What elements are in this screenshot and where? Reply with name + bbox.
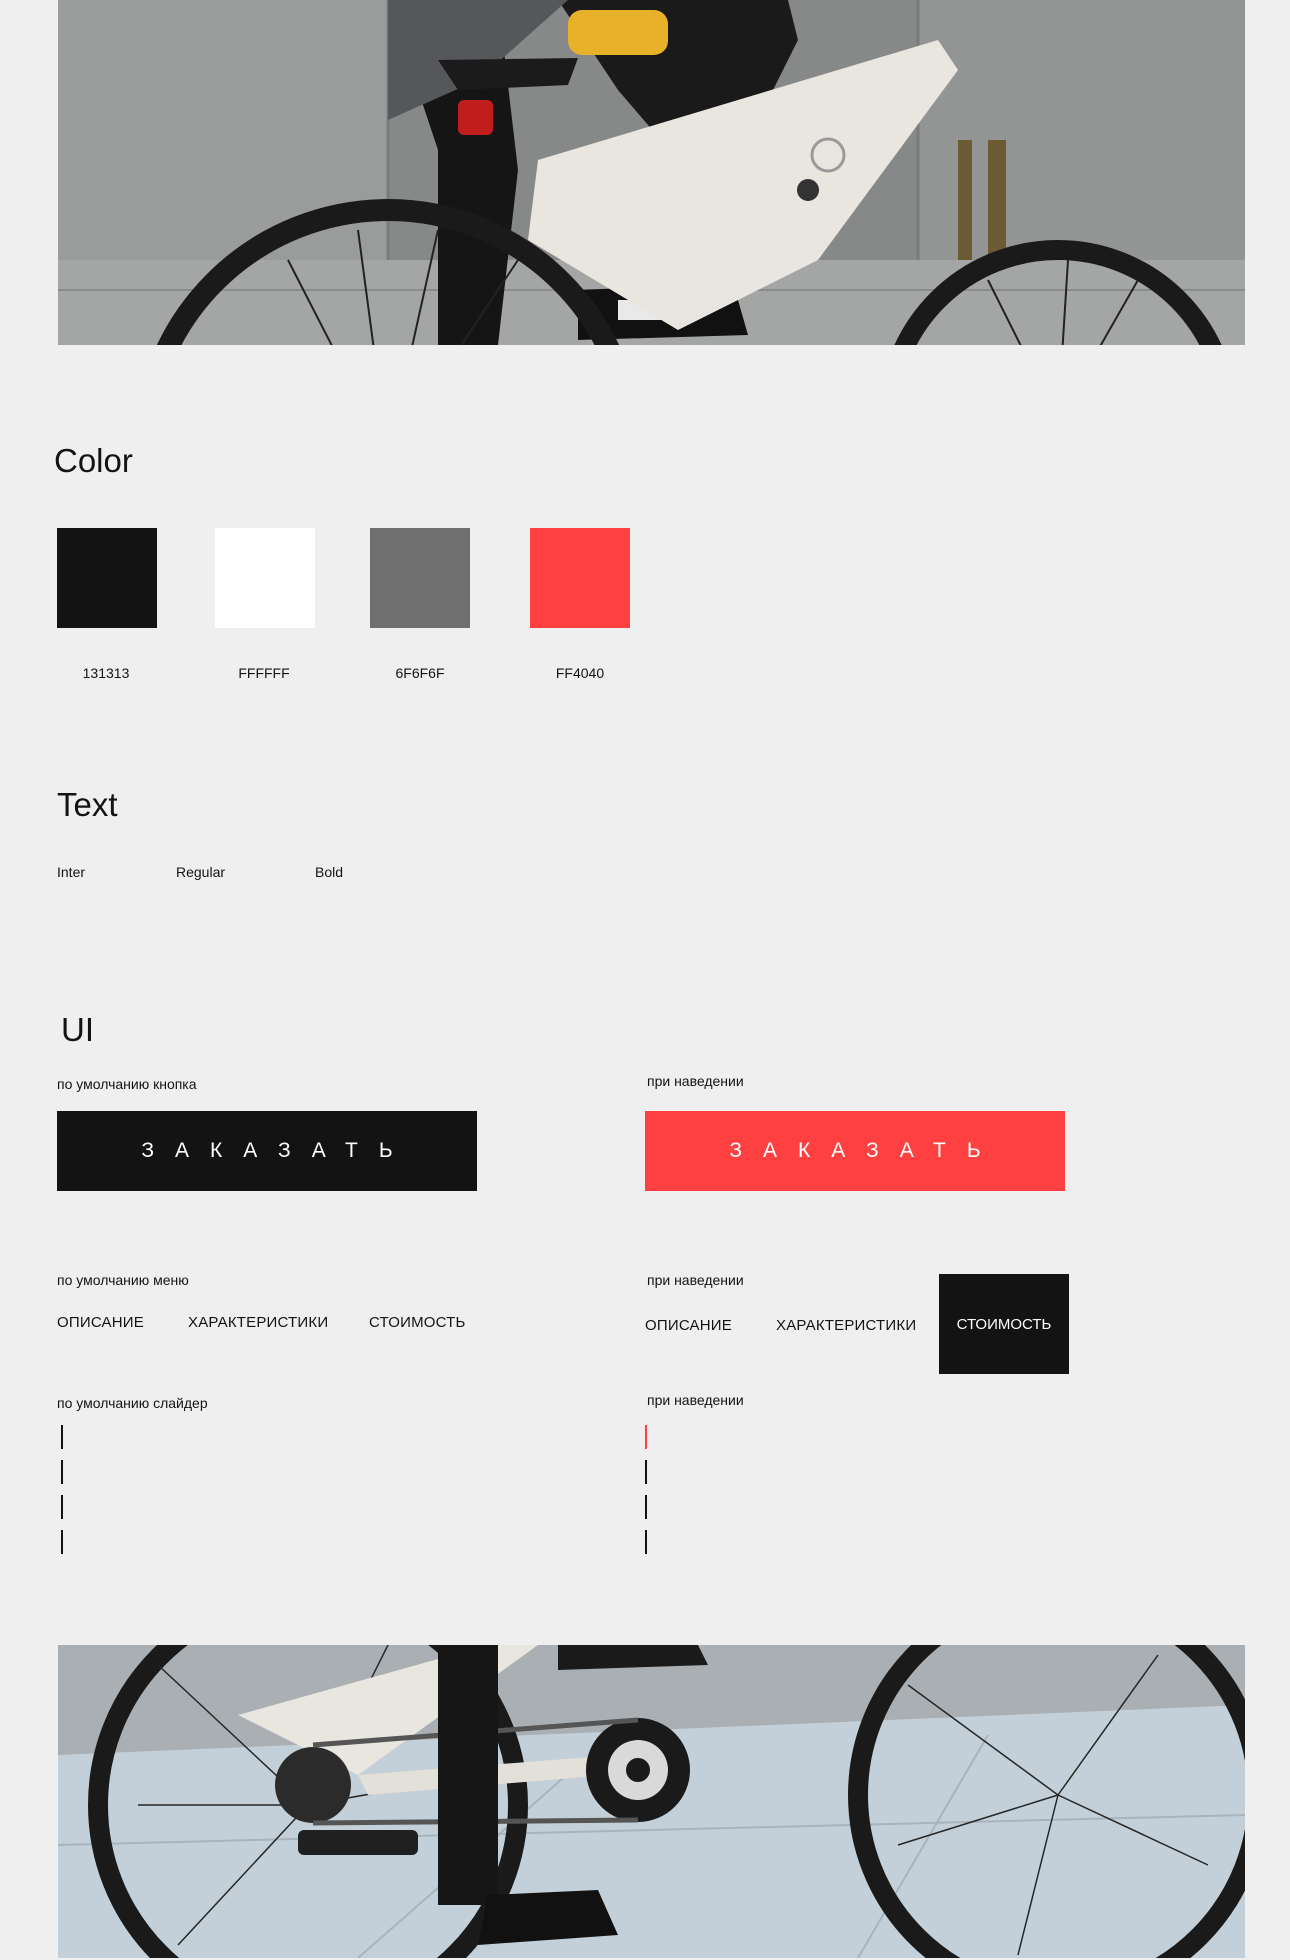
slider-hover-bar-4[interactable]	[645, 1530, 647, 1554]
color-label-6f6f6f: 6F6F6F	[395, 665, 445, 681]
color-label-ffffff: FFFFFF	[238, 665, 290, 681]
color-label-131313: 131313	[82, 665, 130, 681]
slider-hover-bar-3[interactable]	[645, 1495, 647, 1519]
menu-default-item-specs[interactable]: ХАРАКТЕРИСТИКИ	[188, 1314, 328, 1331]
menu-hover-item-specs[interactable]: ХАРАКТЕРИСТИКИ	[776, 1317, 916, 1334]
text-section-title: Text	[57, 786, 118, 823]
slider-default-bar-2[interactable]	[61, 1460, 63, 1484]
font-family-name: Inter	[57, 864, 86, 880]
order-button-default[interactable]: ЗАКАЗАТЬ	[57, 1111, 477, 1191]
color-swatch-6f6f6f	[370, 528, 470, 628]
color-swatch-ffffff	[215, 528, 315, 628]
menu-hover-item-price-active[interactable]: СТОИМОСТЬ	[939, 1274, 1069, 1374]
menu-hover-caption: при наведении	[647, 1272, 744, 1288]
hero-photo-bottom	[58, 1645, 1245, 1958]
color-section-title: Color	[54, 442, 133, 479]
order-button-hover[interactable]: ЗАКАЗАТЬ	[645, 1111, 1065, 1191]
menu-default-item-price[interactable]: СТОИМОСТЬ	[369, 1314, 466, 1331]
slider-hover-caption: при наведении	[647, 1392, 744, 1408]
menu-hover-item-description[interactable]: ОПИСАНИЕ	[645, 1317, 732, 1334]
ui-section-title: UI	[61, 1011, 94, 1048]
font-weight-bold: Bold	[315, 864, 344, 880]
slider-hover-bar-1[interactable]	[645, 1425, 647, 1449]
button-hover-caption: при наведении	[647, 1073, 744, 1089]
menu-default-caption: по умолчанию меню	[57, 1272, 189, 1288]
menu-default-item-description[interactable]: ОПИСАНИЕ	[57, 1314, 144, 1331]
color-swatch-ff4040	[530, 528, 630, 628]
color-swatch-131313	[57, 528, 157, 628]
slider-default-bar-3[interactable]	[61, 1495, 63, 1519]
slider-default-caption: по умолчанию слайдер	[57, 1395, 208, 1411]
slider-default-bar-4[interactable]	[61, 1530, 63, 1554]
button-default-caption: по умолчанию кнопка	[57, 1076, 197, 1092]
font-weight-regular: Regular	[176, 864, 226, 880]
color-label-ff4040: FF4040	[555, 665, 605, 681]
slider-default-bar-1[interactable]	[61, 1425, 63, 1449]
hero-photo-top	[58, 0, 1245, 345]
slider-hover-bar-2[interactable]	[645, 1460, 647, 1484]
